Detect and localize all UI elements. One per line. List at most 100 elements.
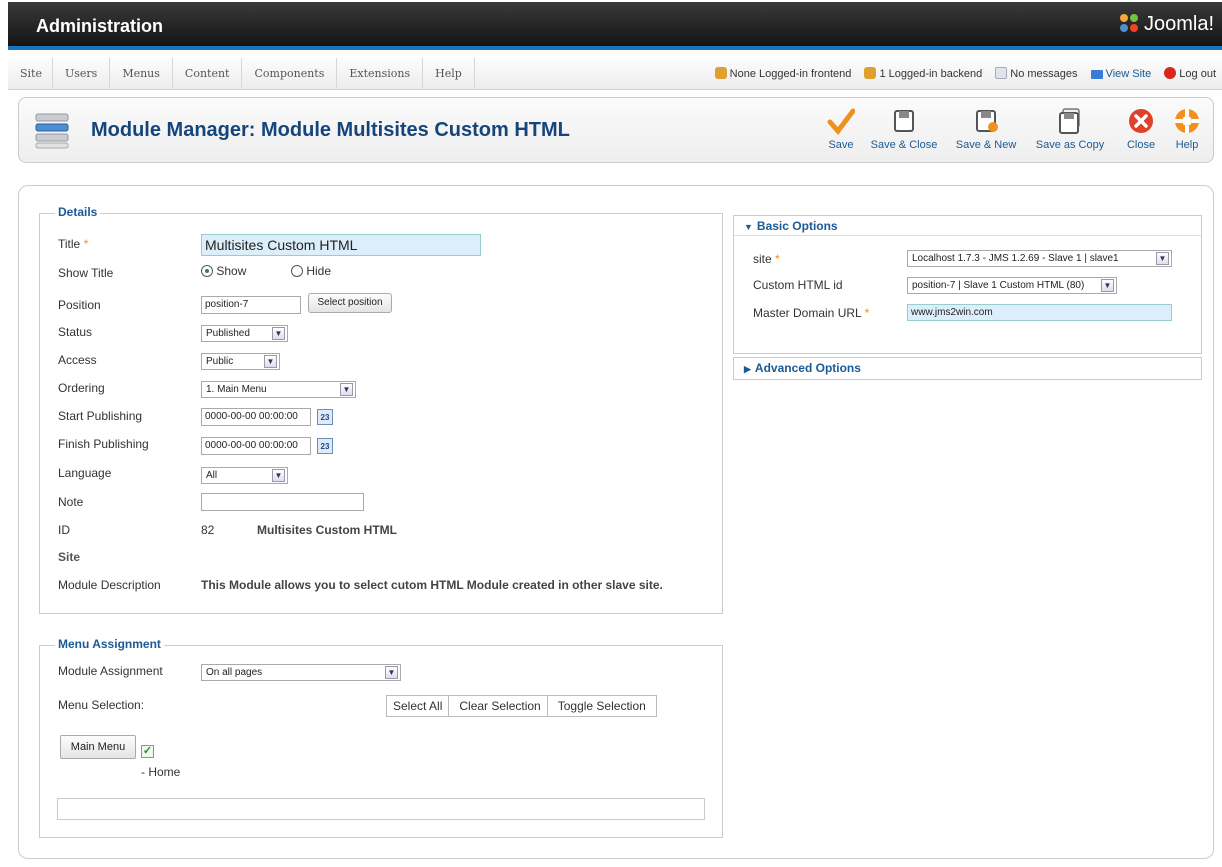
menu-users[interactable]: Users — [53, 58, 111, 90]
start-publishing-label: Start Publishing — [58, 409, 143, 423]
admin-title: Administration — [36, 16, 164, 36]
select-all-button[interactable]: Select All — [387, 696, 450, 716]
chevron-down-icon: ▼ — [264, 355, 277, 368]
checkmark-icon — [827, 108, 855, 135]
language-label: Language — [58, 466, 112, 480]
frontend-status: None Logged-in frontend — [714, 67, 851, 80]
radio-unchecked-icon — [291, 265, 303, 277]
users-icon — [714, 67, 727, 79]
menu-site[interactable]: Site — [8, 58, 53, 90]
ordering-label: Ordering — [58, 381, 105, 395]
joomla-logo[interactable]: Joomla! — [1118, 12, 1214, 36]
menu-assignment-footer-box — [57, 798, 705, 820]
ordering-select[interactable]: 1. Main Menu ▼ — [201, 381, 356, 398]
triangle-down-icon: ▼ — [744, 222, 753, 232]
position-label: Position — [58, 298, 101, 312]
start-publishing-input[interactable]: 0000-00-00 00:00:00 — [201, 408, 311, 426]
backend-status: 1 Logged-in backend — [864, 67, 982, 80]
site-select[interactable]: Localhost 1.7.3 - JMS 1.2.69 - Slave 1 |… — [907, 250, 1172, 267]
menu-help[interactable]: Help — [423, 58, 475, 90]
status-bar: None Logged-in frontend 1 Logged-in back… — [705, 58, 1216, 90]
show-title-label: Show Title — [58, 266, 114, 280]
messages-link[interactable]: No messages — [995, 67, 1078, 80]
status-select[interactable]: Published ▼ — [201, 325, 288, 342]
users-icon — [864, 67, 877, 79]
menu-menus[interactable]: Menus — [110, 58, 173, 90]
calendar-icon[interactable]: 23 — [317, 409, 333, 425]
close-icon — [1129, 109, 1153, 133]
finish-publishing-label: Finish Publishing — [58, 437, 149, 451]
id-value: 82 — [201, 523, 215, 537]
note-label: Note — [58, 495, 84, 509]
floppy-disk-new-icon — [976, 110, 998, 132]
site-option-label: site * — [753, 252, 780, 266]
chevron-down-icon: ▼ — [272, 469, 285, 482]
floppy-disk-copy-icon — [1059, 108, 1080, 134]
chevron-down-icon: ▼ — [340, 383, 353, 396]
details-fieldset: Details Title * Multisites Custom HTML S… — [39, 205, 723, 614]
save-new-button[interactable]: Save & New — [951, 107, 1021, 151]
triangle-right-icon: ▶ — [744, 364, 751, 374]
lifebuoy-icon — [1175, 109, 1199, 133]
chevron-down-icon: ▼ — [385, 666, 398, 679]
joomla-logo-icon — [1119, 14, 1138, 32]
module-manager-icon — [35, 113, 69, 149]
master-domain-input[interactable]: www.jms2win.com — [907, 304, 1172, 321]
menu-assignment-fieldset: Menu Assignment Module Assignment On all… — [39, 637, 723, 838]
show-radio[interactable]: Show — [201, 264, 246, 278]
main-menu-button[interactable]: Main Menu — [60, 735, 136, 759]
view-site-link[interactable]: View Site — [1090, 68, 1151, 80]
module-assignment-label: Module Assignment — [58, 664, 163, 678]
selection-button-group: Select All Clear Selection Toggle Select… — [386, 695, 657, 717]
basic-options-panel: ▼ Basic Options site * Localhost 1.7.3 - … — [733, 215, 1202, 354]
access-select[interactable]: Public ▼ — [201, 353, 280, 370]
select-position-button[interactable]: Select position — [308, 293, 392, 313]
menu-assignment-legend: Menu Assignment — [55, 637, 164, 651]
module-description-text: This Module allows you to select cutom H… — [201, 578, 663, 592]
module-assignment-select[interactable]: On all pages ▼ — [201, 664, 401, 681]
advanced-options-header[interactable]: ▶ Advanced Options — [734, 358, 1201, 378]
floppy-disk-icon — [894, 110, 914, 132]
joomla-logo-text: Joomla! — [1143, 13, 1214, 35]
logout-link[interactable]: Log out — [1164, 67, 1216, 80]
save-close-button[interactable]: Save & Close — [867, 107, 941, 151]
id-label: ID — [58, 523, 70, 537]
hide-radio[interactable]: Hide — [291, 264, 331, 278]
note-input[interactable] — [201, 493, 364, 511]
help-button[interactable]: Help — [1169, 107, 1205, 151]
title-label: Title * — [58, 237, 89, 251]
title-input[interactable]: Multisites Custom HTML — [201, 234, 481, 256]
finish-publishing-input[interactable]: 0000-00-00 00:00:00 — [201, 437, 311, 455]
position-input[interactable]: position-7 — [201, 296, 301, 314]
clear-selection-button[interactable]: Clear Selection — [449, 696, 548, 716]
advanced-options-panel: ▶ Advanced Options — [733, 357, 1202, 380]
master-domain-label: Master Domain URL * — [753, 306, 870, 320]
id-module-name: Multisites Custom HTML — [257, 523, 397, 537]
power-icon — [1164, 67, 1177, 79]
custom-html-select[interactable]: position-7 | Slave 1 Custom HTML (80) ▼ — [907, 277, 1117, 294]
details-legend: Details — [55, 205, 101, 219]
toggle-selection-button[interactable]: Toggle Selection — [548, 696, 656, 716]
home-menu-item: - Home — [141, 765, 181, 779]
chevron-down-icon: ▼ — [272, 327, 285, 340]
save-button[interactable]: Save — [817, 107, 865, 151]
menu-extensions[interactable]: Extensions — [337, 58, 424, 90]
save-copy-button[interactable]: Save as Copy — [1031, 107, 1109, 151]
chevron-down-icon: ▼ — [1101, 279, 1114, 292]
menu-components[interactable]: Components — [242, 58, 338, 90]
language-select[interactable]: All ▼ — [201, 467, 288, 484]
access-label: Access — [58, 353, 97, 367]
close-button[interactable]: Close — [1117, 107, 1165, 151]
chevron-down-icon: ▼ — [1156, 252, 1169, 265]
main-menubar: Site Users Menus Content Components Exte… — [8, 58, 1222, 90]
home-checkbox[interactable]: ✓ — [141, 745, 154, 758]
site-label: Site — [58, 550, 81, 564]
menu-selection-label: Menu Selection: — [58, 698, 145, 712]
calendar-icon[interactable]: 23 — [317, 438, 333, 454]
monitor-icon — [1090, 70, 1103, 79]
menu-content[interactable]: Content — [173, 58, 243, 90]
envelope-icon — [995, 67, 1008, 79]
basic-options-header[interactable]: ▼ Basic Options — [734, 216, 1201, 236]
required-mark: * — [83, 237, 89, 251]
radio-checked-icon — [201, 265, 213, 277]
